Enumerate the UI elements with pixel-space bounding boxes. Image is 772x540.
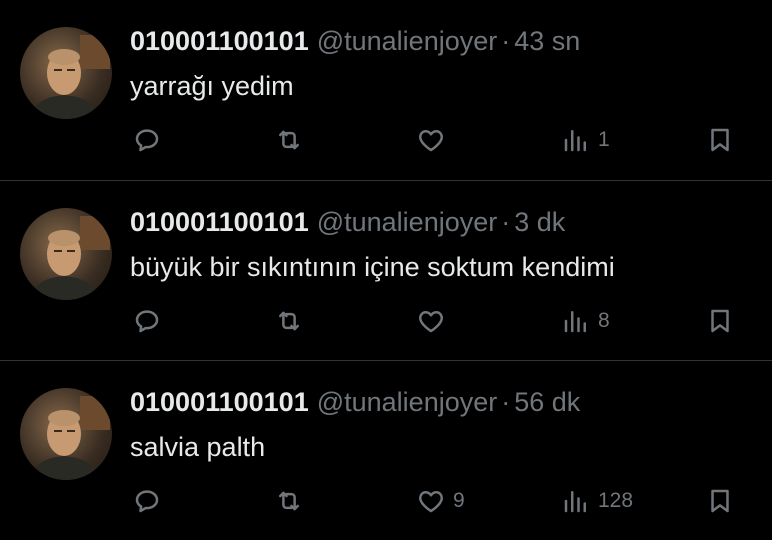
- tweet[interactable]: 010001100101 @tunalienjoyer · 43 sn yarrağı…: [0, 0, 772, 180]
- view-count: 1: [598, 128, 610, 151]
- avatar[interactable]: [20, 388, 112, 480]
- separator-dot: ·: [501, 207, 511, 237]
- tweet-header: 010001100101 @tunalienjoyer · 43 sn: [130, 24, 580, 58]
- views-button[interactable]: 8: [561, 299, 610, 343]
- tweet-header: 010001100101 @tunalienjoyer · 3 dk: [130, 205, 565, 239]
- reply-button[interactable]: [132, 299, 169, 343]
- tweet[interactable]: 010001100101 @tunalienjoyer · 56 dk salvia …: [0, 360, 772, 540]
- author-handle[interactable]: @tunalienjoyer: [317, 387, 498, 417]
- views-button[interactable]: 128: [561, 479, 633, 523]
- avatar-photo: [30, 216, 110, 300]
- author-handle[interactable]: @tunalienjoyer: [317, 26, 498, 56]
- reply-icon: [135, 129, 159, 152]
- separator-dot: ·: [501, 387, 511, 417]
- like-icon: [419, 311, 443, 333]
- tweet[interactable]: 010001100101 @tunalienjoyer · 3 dk büyük bi…: [0, 180, 772, 360]
- author-name[interactable]: 010001100101: [130, 26, 309, 56]
- views-icon: [564, 130, 586, 152]
- tweet-feed: 010001100101 @tunalienjoyer · 43 sn yarrağı…: [0, 0, 772, 540]
- tweet-header: 010001100101 @tunalienjoyer · 56 dk: [130, 385, 580, 419]
- avatar-photo: [30, 396, 110, 480]
- retweet-icon: [279, 311, 299, 331]
- separator-dot: ·: [501, 26, 511, 56]
- views-button[interactable]: 1: [561, 118, 610, 162]
- reply-icon: [135, 490, 159, 513]
- tweet-timestamp[interactable]: 56 dk: [514, 387, 580, 417]
- views-icon: [564, 311, 586, 333]
- view-count: 8: [598, 309, 610, 332]
- like-button[interactable]: 9: [416, 479, 465, 523]
- bookmark-button[interactable]: [705, 118, 735, 162]
- retweet-icon: [279, 130, 299, 150]
- views-icon: [564, 491, 586, 513]
- tweet-actions: 8: [0, 299, 772, 343]
- bookmark-button[interactable]: [705, 299, 735, 343]
- avatar[interactable]: [20, 208, 112, 300]
- avatar-photo: [30, 35, 110, 119]
- tweet-text: yarrağı yedim: [130, 71, 294, 101]
- reply-icon: [135, 310, 159, 333]
- tweet-actions: 9 128: [0, 479, 772, 523]
- author-name[interactable]: 010001100101: [130, 387, 309, 417]
- like-count: 9: [453, 489, 465, 512]
- tweet-timestamp[interactable]: 3 dk: [514, 207, 565, 237]
- author-name[interactable]: 010001100101: [130, 207, 309, 237]
- view-count: 128: [598, 489, 634, 512]
- tweet-timestamp[interactable]: 43 sn: [514, 26, 580, 56]
- retweet-icon: [279, 491, 299, 511]
- bookmark-button[interactable]: [705, 479, 735, 523]
- reply-button[interactable]: [132, 479, 169, 523]
- tweet-actions: 1: [0, 118, 772, 162]
- bookmark-icon: [711, 489, 729, 513]
- bookmark-icon: [711, 128, 729, 152]
- bookmark-icon: [711, 309, 729, 333]
- retweet-button[interactable]: [274, 118, 311, 162]
- like-button[interactable]: [416, 118, 453, 162]
- avatar[interactable]: [20, 27, 112, 119]
- like-icon: [419, 491, 443, 513]
- author-handle[interactable]: @tunalienjoyer: [317, 207, 498, 237]
- retweet-button[interactable]: [274, 299, 311, 343]
- tweet-text: salvia palth: [130, 432, 266, 462]
- like-button[interactable]: [416, 299, 453, 343]
- like-icon: [419, 130, 443, 152]
- tweet-text: büyük bir sıkıntının içine soktum kendim…: [130, 252, 615, 282]
- retweet-button[interactable]: [274, 479, 311, 523]
- reply-button[interactable]: [132, 118, 169, 162]
